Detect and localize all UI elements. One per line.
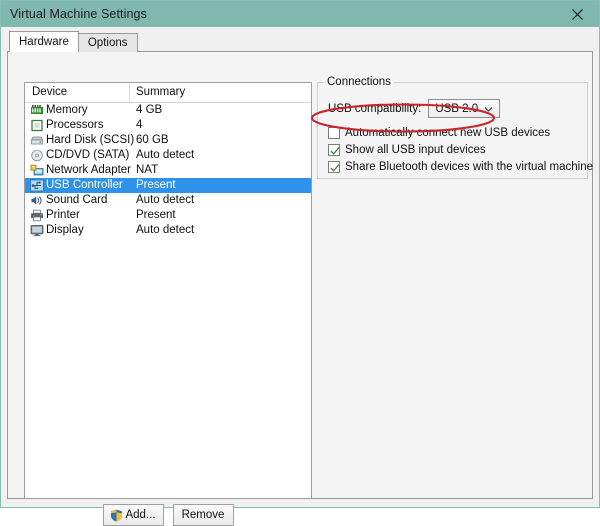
device-list-rows: Memory 4 GB Processors 4 xyxy=(25,103,311,238)
shield-icon xyxy=(110,509,123,522)
device-actions: Add... Remove xyxy=(24,504,312,526)
table-row[interactable]: Network Adapter NAT xyxy=(25,163,311,178)
device-list[interactable]: Device Summary xyxy=(24,82,312,499)
device-summary: 4 xyxy=(136,119,142,131)
titlebar: Virtual Machine Settings xyxy=(1,1,599,27)
device-name: Processors xyxy=(46,119,104,131)
device-summary: Present xyxy=(136,179,176,191)
memory-icon xyxy=(30,104,44,117)
tab-options-label: Options xyxy=(88,37,128,49)
remove-button[interactable]: Remove xyxy=(173,504,234,526)
connections-group: Connections USB compatibility: USB 2.0 xyxy=(317,82,588,179)
usb-compatibility-value: USB 2.0 xyxy=(435,103,478,115)
close-icon xyxy=(571,8,584,21)
table-row[interactable]: CD/DVD (SATA) Auto detect xyxy=(25,148,311,163)
checkbox-label: Share Bluetooth devices with the virtual… xyxy=(345,161,593,173)
client-area: Hardware Options Device Summary xyxy=(1,27,599,507)
device-summary: NAT xyxy=(136,164,158,176)
tabstrip: Hardware Options xyxy=(9,31,138,52)
close-button[interactable] xyxy=(555,1,599,27)
device-name: Memory xyxy=(46,104,88,116)
usb-compatibility-label: USB compatibility: xyxy=(328,103,421,115)
usb-compatibility-select[interactable]: USB 2.0 xyxy=(428,99,500,118)
column-header-summary: Summary xyxy=(136,86,185,98)
column-header-device: Device xyxy=(32,86,67,98)
checkbox-label: Show all USB input devices xyxy=(345,144,486,156)
checkbox-box xyxy=(328,161,340,173)
checkbox-box xyxy=(328,127,340,139)
usb-compatibility-row: USB compatibility: USB 2.0 xyxy=(328,99,500,118)
checkbox-label: Automatically connect new USB devices xyxy=(345,127,550,139)
add-button-label: Add... xyxy=(125,509,155,521)
device-summary: Auto detect xyxy=(136,149,194,161)
display-icon xyxy=(30,224,44,237)
remove-button-label: Remove xyxy=(182,509,225,521)
usb-controller-icon xyxy=(30,179,44,192)
chevron-down-icon xyxy=(484,104,493,113)
device-summary: Present xyxy=(136,209,176,221)
tab-hardware-label: Hardware xyxy=(19,36,69,48)
table-row[interactable]: Display Auto detect xyxy=(25,223,311,238)
device-name: CD/DVD (SATA) xyxy=(46,149,129,161)
device-name: Display xyxy=(46,224,84,236)
device-summary: Auto detect xyxy=(136,194,194,206)
table-row[interactable]: Hard Disk (SCSI) 60 GB xyxy=(25,133,311,148)
device-name: USB Controller xyxy=(46,179,123,191)
table-row[interactable]: Memory 4 GB xyxy=(25,103,311,118)
device-name: Hard Disk (SCSI) xyxy=(46,134,134,146)
window-title: Virtual Machine Settings xyxy=(10,7,147,21)
add-button[interactable]: Add... xyxy=(103,504,164,526)
virtual-machine-settings-window: Virtual Machine Settings Hardware Option… xyxy=(0,0,600,508)
device-summary: 4 GB xyxy=(136,104,162,116)
table-row[interactable]: USB Controller Present xyxy=(25,178,311,193)
checkbox-box xyxy=(328,144,340,156)
table-row[interactable]: Printer Present xyxy=(25,208,311,223)
device-name: Sound Card xyxy=(46,194,107,206)
processor-icon xyxy=(30,119,44,132)
printer-icon xyxy=(30,209,44,222)
hardware-tab-page: Device Summary xyxy=(7,51,593,499)
checkbox-show-all-usb-input-devices[interactable]: Show all USB input devices xyxy=(328,142,486,158)
table-row[interactable]: Processors 4 xyxy=(25,118,311,133)
tab-options[interactable]: Options xyxy=(78,33,138,52)
device-name: Printer xyxy=(46,209,80,221)
network-adapter-icon xyxy=(30,164,44,177)
table-row[interactable]: Sound Card Auto detect xyxy=(25,193,311,208)
header-divider xyxy=(129,83,130,102)
checkbox-share-bluetooth-devices[interactable]: Share Bluetooth devices with the virtual… xyxy=(328,159,593,175)
device-summary: Auto detect xyxy=(136,224,194,236)
sound-card-icon xyxy=(30,194,44,207)
cd-dvd-icon xyxy=(30,149,44,162)
hard-disk-icon xyxy=(30,134,44,147)
checkmark-icon xyxy=(329,145,341,157)
device-name: Network Adapter xyxy=(46,164,131,176)
device-summary: 60 GB xyxy=(136,134,169,146)
checkbox-auto-connect-usb[interactable]: Automatically connect new USB devices xyxy=(328,125,550,141)
checkmark-icon xyxy=(329,162,341,174)
device-list-header: Device Summary xyxy=(25,83,311,103)
tab-hardware[interactable]: Hardware xyxy=(9,31,79,52)
connections-group-content: USB compatibility: USB 2.0 Automatically… xyxy=(318,83,587,178)
